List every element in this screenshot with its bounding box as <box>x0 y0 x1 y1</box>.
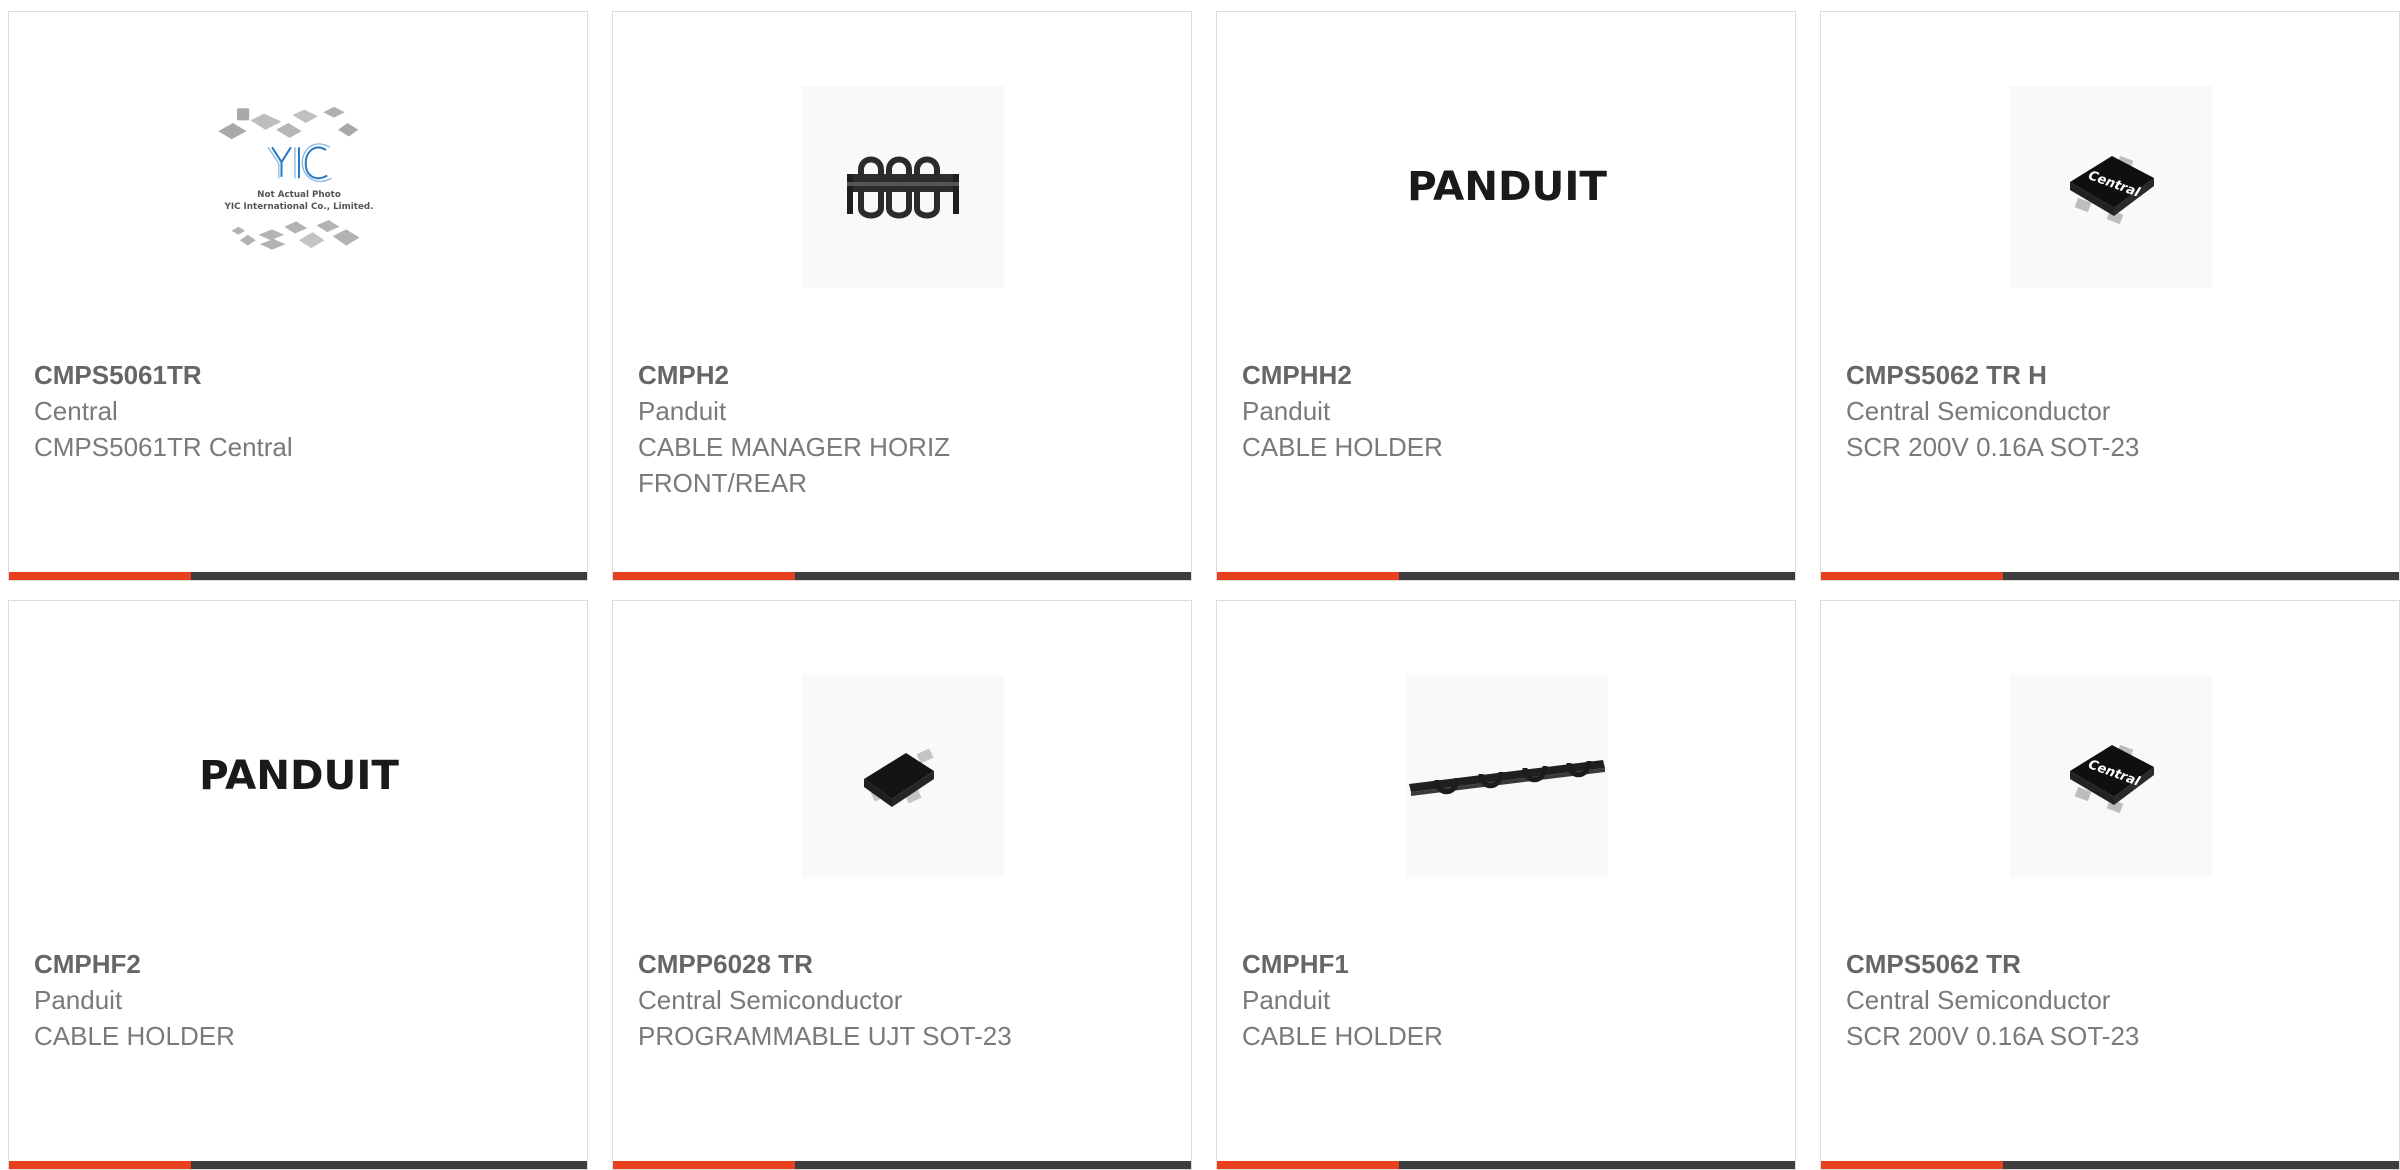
part-number-link[interactable]: CMPS5062 TR <box>1846 946 2379 982</box>
card-bottom-bar <box>9 1161 587 1169</box>
sot23-chip-image <box>864 748 934 807</box>
product-info: CMPHF2 Panduit CABLE HOLDER <box>34 946 567 1054</box>
part-number-link[interactable]: CMPHF1 <box>1242 946 1775 982</box>
product-description: SCR 200V 0.16A SOT-23 <box>1846 432 2140 462</box>
card-bottom-bar <box>1217 572 1795 580</box>
product-description: CMPS5061TR Central <box>34 432 293 462</box>
part-number-link[interactable]: CMPS5061TR <box>34 357 567 393</box>
sot23-chip-image: Central <box>2070 155 2154 225</box>
product-card[interactable]: Not Actual Photo YIC International Co., … <box>8 11 588 581</box>
product-description: PROGRAMMABLE UJT SOT-23 <box>638 1021 1012 1051</box>
product-image[interactable]: PANDUIT <box>198 675 400 877</box>
product-card[interactable]: Central CMPS5062 TR Central Semiconducto… <box>1820 600 2400 1170</box>
product-description: SCR 200V 0.16A SOT-23 <box>1846 1021 2140 1051</box>
product-info: CMPP6028 TR Central Semiconductor PROGRA… <box>638 946 1171 1054</box>
product-card[interactable]: CMPP6028 TR Central Semiconductor PROGRA… <box>612 600 1192 1170</box>
panduit-logo-text: PANDUIT <box>199 751 399 799</box>
card-bottom-bar <box>613 1161 1191 1169</box>
sot23-chip-image: Central <box>2070 744 2154 814</box>
card-bottom-bar <box>9 572 587 580</box>
product-image[interactable] <box>1406 675 1608 877</box>
manufacturer-name: Panduit <box>1242 396 1331 426</box>
card-bottom-bar <box>613 572 1191 580</box>
manufacturer-name: Central Semiconductor <box>638 985 903 1015</box>
manufacturer-name: Panduit <box>638 396 727 426</box>
product-info: CMPS5062 TR H Central Semiconductor SCR … <box>1846 357 2379 465</box>
manufacturer-name: Panduit <box>34 985 123 1015</box>
manufacturer-name: Panduit <box>1242 985 1331 1015</box>
image-caption-line1: Not Actual Photo <box>257 190 341 200</box>
panduit-logo-text: PANDUIT <box>1407 162 1607 210</box>
product-card[interactable]: Central CMPS5062 TR H Central Semiconduc… <box>1820 11 2400 581</box>
product-info: CMPHF1 Panduit CABLE HOLDER <box>1242 946 1775 1054</box>
manufacturer-name: Central Semiconductor <box>1846 985 2111 1015</box>
yic-placeholder-image: Not Actual Photo YIC International Co., … <box>218 106 374 250</box>
product-description: CABLE HOLDER <box>1242 432 1443 462</box>
product-grid: Not Actual Photo YIC International Co., … <box>8 11 2400 1170</box>
manufacturer-name: Central Semiconductor <box>1846 396 2111 426</box>
product-image[interactable]: Not Actual Photo YIC International Co., … <box>198 86 400 288</box>
product-image[interactable] <box>802 86 1004 288</box>
product-image[interactable] <box>802 675 1004 877</box>
product-info: CMPHH2 Panduit CABLE HOLDER <box>1242 357 1775 465</box>
panduit-logo-image: PANDUIT <box>199 751 399 799</box>
cable-manager-image <box>847 156 959 219</box>
product-card[interactable]: PANDUIT CMPHF2 Panduit CABLE HOLDER <box>8 600 588 1170</box>
image-caption-line2: YIC International Co., Limited. <box>223 202 373 212</box>
product-image[interactable]: Central <box>2010 675 2212 877</box>
product-image[interactable]: PANDUIT <box>1406 86 1608 288</box>
part-number-link[interactable]: CMPH2 <box>638 357 1171 393</box>
part-number-link[interactable]: CMPS5062 TR H <box>1846 357 2379 393</box>
product-description: CABLE MANAGER HORIZ FRONT/REAR <box>638 432 951 498</box>
product-description: CABLE HOLDER <box>34 1021 235 1051</box>
cable-holder-rail-image <box>1409 760 1605 796</box>
product-card[interactable]: CMPH2 Panduit CABLE MANAGER HORIZ FRONT/… <box>612 11 1192 581</box>
part-number-link[interactable]: CMPHH2 <box>1242 357 1775 393</box>
product-card[interactable]: CMPHF1 Panduit CABLE HOLDER <box>1216 600 1796 1170</box>
product-info: CMPS5062 TR Central Semiconductor SCR 20… <box>1846 946 2379 1054</box>
part-number-link[interactable]: CMPHF2 <box>34 946 567 982</box>
product-description: CABLE HOLDER <box>1242 1021 1443 1051</box>
part-number-link[interactable]: CMPP6028 TR <box>638 946 1171 982</box>
product-card[interactable]: PANDUIT CMPHH2 Panduit CABLE HOLDER <box>1216 11 1796 581</box>
card-bottom-bar <box>1821 572 2399 580</box>
product-info: CMPS5061TR Central CMPS5061TR Central <box>34 357 567 465</box>
product-info: CMPH2 Panduit CABLE MANAGER HORIZ FRONT/… <box>638 357 1171 501</box>
card-bottom-bar <box>1821 1161 2399 1169</box>
manufacturer-name: Central <box>34 396 118 426</box>
panduit-logo-image: PANDUIT <box>1407 162 1607 210</box>
product-image[interactable]: Central <box>2010 86 2212 288</box>
card-bottom-bar <box>1217 1161 1795 1169</box>
